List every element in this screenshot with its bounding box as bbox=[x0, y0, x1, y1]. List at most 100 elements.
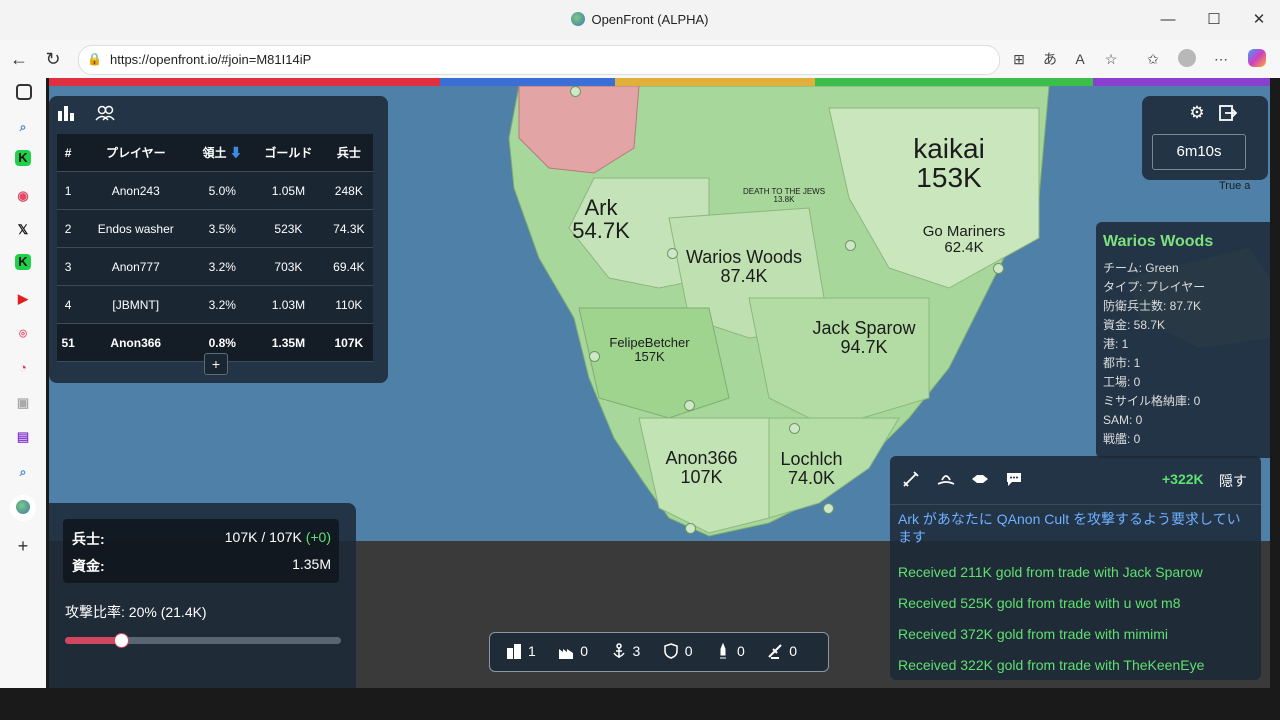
player-info-name: Warios Woods bbox=[1103, 233, 1214, 250]
chat-filter-icon[interactable] bbox=[1005, 470, 1023, 488]
settings-gear-icon[interactable]: ⚙ bbox=[1188, 104, 1206, 122]
col-territory[interactable]: 領土 ⬇ bbox=[192, 134, 253, 172]
attack-ratio-handle[interactable] bbox=[114, 633, 130, 648]
attack-ratio-label: 攻撃比率: 20% (21.4K) bbox=[65, 604, 207, 620]
stat-defense: 防衛兵士数: 87.7K bbox=[1103, 299, 1202, 313]
events-list: Ark があなたに QAnon Cult を攻撃するよう要求しています Rece… bbox=[890, 504, 1261, 681]
app-available-icon[interactable]: ⊞ bbox=[1008, 49, 1030, 69]
table-row[interactable]: 4 [JBMNT] 3.2% 1.03M 110K bbox=[57, 285, 373, 324]
leaderboard-table: # プレイヤー 領土 ⬇ ゴールド 兵士 1 Anon243 5.0% 1.05M 24… bbox=[57, 134, 373, 362]
search-icon[interactable]: ⌕ bbox=[12, 116, 34, 138]
col-player[interactable]: プレイヤー bbox=[79, 134, 193, 172]
alliance-filter-icon[interactable] bbox=[970, 470, 990, 488]
gold-label: 資金: bbox=[72, 558, 105, 574]
defense-post-count[interactable]: 0 bbox=[663, 643, 693, 659]
stat-missile-silos: ミサイル格納庫: 0 bbox=[1103, 394, 1201, 408]
player-color-bar bbox=[49, 78, 1270, 86]
favorites-icon[interactable]: ✩ bbox=[1142, 49, 1164, 69]
favorite-star-icon[interactable]: ☆ bbox=[1100, 49, 1122, 69]
close-button[interactable]: ✕ bbox=[1236, 8, 1280, 32]
table-row[interactable]: 2 Endos washer 3.5% 523K 74.3K bbox=[57, 209, 373, 248]
circle-icon[interactable]: ◉ bbox=[12, 185, 34, 207]
copilot-icon[interactable] bbox=[1246, 49, 1268, 69]
image-icon[interactable]: ▣ bbox=[12, 392, 34, 414]
twitch-icon[interactable]: ▤ bbox=[12, 426, 34, 448]
map-label-small: DEATH TO THE JEWS 13.8K bbox=[742, 187, 826, 205]
table-row[interactable]: 3 Anon777 3.2% 703K 69.4K bbox=[57, 247, 373, 286]
city-count[interactable]: 1 bbox=[506, 643, 536, 659]
leaderboard-toggle-icon[interactable] bbox=[57, 104, 75, 122]
leaderboard-header: # プレイヤー 領土 ⬇ ゴールド 兵士 bbox=[57, 134, 373, 172]
defense-post-icon bbox=[664, 643, 678, 659]
stat-factories: 工場: 0 bbox=[1103, 375, 1141, 389]
browser-sidebar: ⌕ K ◉ 𝕏 K ▶ ⌾ ◔ ▣ ▤ ⌕ + bbox=[0, 78, 46, 688]
map-structure-marker bbox=[570, 86, 581, 97]
factory-count[interactable]: 0 bbox=[558, 643, 588, 659]
donation-filter-icon[interactable] bbox=[936, 470, 956, 488]
attack-ratio-slider[interactable] bbox=[65, 633, 341, 648]
col-rank: # bbox=[57, 134, 80, 172]
add-icon[interactable]: + bbox=[12, 535, 34, 557]
event-message: Received 525K gold from trade with u wot… bbox=[898, 595, 1181, 611]
url-text[interactable]: https://openfront.io/#join=M81I14iP bbox=[110, 52, 311, 67]
map-label-ark: Ark 54.7K bbox=[572, 195, 630, 244]
sam-launcher-count[interactable]: 0 bbox=[767, 643, 797, 659]
kick-icon[interactable]: K bbox=[15, 150, 31, 166]
read-aloud-icon[interactable]: A bbox=[1069, 49, 1091, 69]
event-message[interactable]: Ark があなたに QAnon Cult を攻撃するよう要求しています bbox=[898, 510, 1253, 546]
troops-label: 兵士: bbox=[72, 531, 105, 547]
address-bar[interactable]: 🔒 https://openfront.io/#join=M81I14iP bbox=[78, 45, 1000, 75]
kick-icon-2[interactable]: K bbox=[15, 254, 31, 270]
translate-icon[interactable]: あ bbox=[1039, 49, 1061, 69]
attack-filter-icon[interactable] bbox=[902, 470, 920, 488]
team-stats-icon[interactable] bbox=[95, 104, 115, 122]
refresh-icon[interactable]: ↻ bbox=[40, 47, 66, 71]
leaderboard-panel: # プレイヤー 領土 ⬇ ゴールド 兵士 1 Anon243 5.0% 1.05M 24… bbox=[49, 96, 388, 383]
map-label-anon366: Anon366 107K bbox=[665, 448, 738, 487]
table-row[interactable]: 1 Anon243 5.0% 1.05M 248K bbox=[57, 171, 373, 210]
map-structure-marker bbox=[845, 240, 856, 251]
col-troops[interactable]: 兵士 bbox=[324, 134, 373, 172]
more-menu-icon[interactable]: ⋯ bbox=[1210, 49, 1232, 69]
buildings-bar: 1 0 3 0 0 0 bbox=[489, 632, 829, 672]
search-icon-2[interactable]: ⌕ bbox=[12, 461, 34, 483]
exit-game-icon[interactable] bbox=[1218, 104, 1238, 122]
profile-avatar[interactable] bbox=[1176, 49, 1198, 69]
col-gold[interactable]: ゴールド bbox=[252, 134, 325, 172]
map-structure-marker bbox=[823, 503, 834, 514]
stat-gold: 資金: 58.7K bbox=[1103, 318, 1166, 332]
map-label-warios-woods: Warios Woods 87.4K bbox=[685, 247, 803, 286]
map-label-true-a: True a bbox=[1219, 180, 1251, 192]
back-icon[interactable]: ← bbox=[6, 47, 32, 71]
expand-leaderboard-button[interactable]: + bbox=[204, 353, 228, 375]
map-structure-marker bbox=[993, 263, 1004, 274]
map-label-lochlch: Lochlch 74.0K bbox=[780, 449, 843, 488]
site-info-icon[interactable]: 🔒 bbox=[87, 52, 102, 66]
player-color-segment bbox=[615, 78, 815, 86]
resource-box: 兵士: 107K / 107K (+0) 資金: 1.35M bbox=[63, 519, 339, 583]
factory-icon bbox=[559, 649, 574, 659]
map-label-felipebetcher: FelipeBetcher 157K bbox=[609, 335, 690, 364]
event-message: Received 211K gold from trade with Jack … bbox=[898, 564, 1203, 580]
missile-silo-count[interactable]: 0 bbox=[715, 643, 745, 659]
youtube-icon[interactable]: ▶ bbox=[12, 288, 34, 310]
location-icon[interactable]: ⌾ bbox=[12, 323, 34, 345]
sam-launcher-icon bbox=[768, 644, 782, 659]
gauge-icon[interactable]: ◔ bbox=[12, 357, 34, 379]
control-panel: 兵士: 107K / 107K (+0) 資金: 1.35M 攻撃比率: 20%… bbox=[49, 503, 356, 688]
gold-value: 1.35M bbox=[292, 556, 331, 572]
minimize-button[interactable]: — bbox=[1145, 8, 1191, 32]
player-color-segment bbox=[440, 78, 615, 86]
openfront-icon[interactable] bbox=[10, 495, 36, 521]
tabs-icon[interactable] bbox=[16, 84, 32, 100]
x-icon[interactable]: 𝕏 bbox=[12, 219, 34, 241]
map-structure-marker bbox=[684, 400, 695, 411]
player-color-segment bbox=[1093, 78, 1270, 86]
port-count[interactable]: 3 bbox=[611, 643, 640, 659]
hide-events-button[interactable]: 隠す bbox=[1219, 471, 1247, 491]
game-map[interactable]: kaikai 153K Ark 54.7K Warios Woods 87.4K Go… bbox=[49, 78, 1270, 688]
stat-team: チーム: Green bbox=[1103, 261, 1179, 275]
map-structure-marker bbox=[685, 523, 696, 534]
maximize-button[interactable]: ☐ bbox=[1191, 8, 1237, 32]
stat-type: タイプ: プレイヤー bbox=[1103, 280, 1206, 294]
